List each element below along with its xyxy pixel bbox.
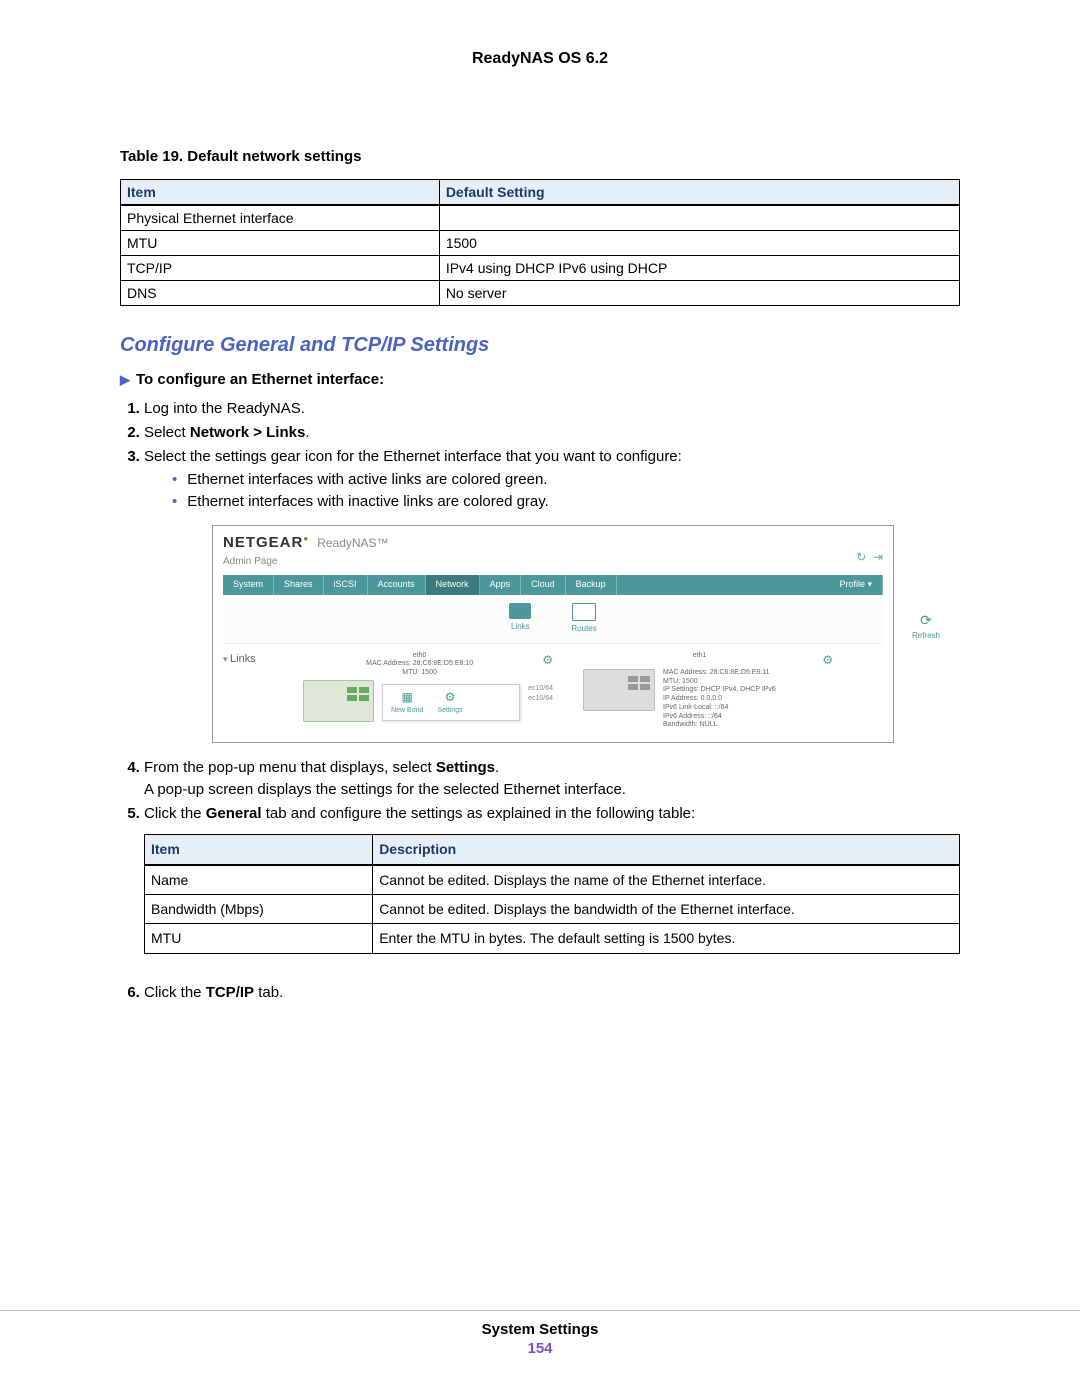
eth0-name: eth0 <box>303 652 536 661</box>
eth1-name: eth1 <box>583 652 816 661</box>
step-1: Log into the ReadyNAS. <box>144 398 960 420</box>
step-2-post: . <box>305 424 309 441</box>
popup-settings[interactable]: ⚙Settings <box>437 689 462 717</box>
t2r1c0: Bandwidth (Mbps) <box>145 895 373 924</box>
t1r2c1: IPv4 using DHCP IPv6 using DHCP <box>439 256 959 281</box>
ss-tab-apps[interactable]: Apps <box>480 575 522 595</box>
ss-subtabs: Links Routes <box>223 595 883 644</box>
ss-refresh[interactable]: ⟳Refresh <box>912 610 940 642</box>
eth1-nic-icon <box>583 669 655 711</box>
t2r2c0: MTU <box>145 924 373 953</box>
step-5-pre: Click the <box>144 805 206 822</box>
step-4-pre: From the pop-up menu that displays, sele… <box>144 759 436 776</box>
t1r1c1: 1500 <box>439 231 959 256</box>
step-4-post: . <box>495 759 499 776</box>
t1r3c0: DNS <box>121 281 440 306</box>
general-tab-table: Item Description NameCannot be edited. D… <box>144 834 960 953</box>
ss-tab-network[interactable]: Network <box>426 575 480 595</box>
ss-product: ReadyNAS™ <box>317 535 388 552</box>
t1r1c0: MTU <box>121 231 440 256</box>
page-footer: System Settings 154 <box>0 1310 1080 1357</box>
screenshot-illustration: NETGEAR● ReadyNAS™ Admin Page ↻ ⇥ System… <box>212 525 894 743</box>
ss-tab-iscsi[interactable]: iSCSI <box>324 575 368 595</box>
routes-icon <box>572 603 596 621</box>
ss-tab-system[interactable]: System <box>223 575 274 595</box>
step-4-line2: A pop-up screen displays the settings fo… <box>144 781 626 798</box>
procedure-intro-text: To configure an Ethernet interface: <box>136 371 384 388</box>
step-3: Select the settings gear icon for the Et… <box>144 446 960 744</box>
settings-icon: ⚙ <box>437 689 462 706</box>
popup-new-bond[interactable]: ▦New Bond <box>391 689 423 717</box>
step-3-text: Select the settings gear icon for the Et… <box>144 448 682 465</box>
ss-tab-backup[interactable]: Backup <box>566 575 617 595</box>
step-4: From the pop-up menu that displays, sele… <box>144 757 960 801</box>
ss-tabbar: System Shares iSCSI Accounts Network App… <box>223 575 883 595</box>
ss-side-links[interactable]: Links <box>223 652 293 731</box>
step-3-sub-a: Ethernet interfaces with active links ar… <box>172 469 960 491</box>
eth0-extra: ec10/64 ec10/64 <box>528 684 553 704</box>
t1r0c0: Physical Ethernet interface <box>121 205 440 231</box>
default-network-settings-table: Item Default Setting Physical Ethernet i… <box>120 179 960 306</box>
section-heading: Configure General and TCP/IP Settings <box>120 334 960 357</box>
step-2-pre: Select <box>144 424 190 441</box>
table2-h1: Description <box>373 835 960 865</box>
ss-card-eth1: eth1 ⚙ MAC Address: 28:C6:8E:D5:E8:11 MT… <box>583 652 833 731</box>
t1r3c1: No server <box>439 281 959 306</box>
eth1-gear-icon[interactable]: ⚙ <box>822 652 833 669</box>
t2r1c1: Cannot be edited. Displays the bandwidth… <box>373 895 960 924</box>
ss-tab-cloud[interactable]: Cloud <box>521 575 566 595</box>
step-6: Click the TCP/IP tab. <box>144 982 960 1004</box>
ss-admin-label: Admin Page <box>223 555 883 570</box>
step-2-bold: Network > Links <box>190 424 305 441</box>
eth0-mac: MAC Address: 28:C6:8E:D5:E8:10 <box>303 660 536 669</box>
ss-brand: NETGEAR● <box>223 532 309 554</box>
t2r0c1: Cannot be edited. Displays the name of t… <box>373 865 960 895</box>
t1r0c1 <box>439 205 959 231</box>
steps-list: Log into the ReadyNAS. Select Network > … <box>144 398 960 1003</box>
table1-h0: Item <box>121 180 440 206</box>
eth1-info: MAC Address: 28:C6:8E:D5:E8:11 MTU: 1500… <box>663 669 776 730</box>
step-3-sub-b: Ethernet interfaces with inactive links … <box>172 491 960 513</box>
refresh-icon: ⟳ <box>920 612 932 628</box>
ss-tab-accounts[interactable]: Accounts <box>368 575 426 595</box>
ss-tab-shares[interactable]: Shares <box>274 575 324 595</box>
doc-header: ReadyNAS OS 6.2 <box>120 50 960 68</box>
procedure-intro: ▶ To configure an Ethernet interface: <box>120 371 960 388</box>
t2r2c1: Enter the MTU in bytes. The default sett… <box>373 924 960 953</box>
table1-h1: Default Setting <box>439 180 959 206</box>
step-6-post: tab. <box>254 984 283 1001</box>
step-6-bold: TCP/IP <box>206 984 254 1001</box>
step-3-sublist: Ethernet interfaces with active links ar… <box>172 469 960 513</box>
eth0-nic-icon <box>303 680 374 722</box>
t1r2c0: TCP/IP <box>121 256 440 281</box>
ss-subtab-links[interactable]: Links <box>509 603 531 635</box>
ss-top-icons: ↻ ⇥ <box>856 549 883 566</box>
step-4-bold: Settings <box>436 759 495 776</box>
footer-page-number: 154 <box>0 1340 1080 1357</box>
newbond-icon: ▦ <box>391 689 423 706</box>
step-6-pre: Click the <box>144 984 206 1001</box>
eth0-mtu: MTU: 1500 <box>303 669 536 678</box>
t2r0c0: Name <box>145 865 373 895</box>
table1-caption: Table 19. Default network settings <box>120 148 960 165</box>
step-5-bold: General <box>206 805 262 822</box>
ss-popup-menu: ▦New Bond ⚙Settings <box>382 684 520 722</box>
ss-card-eth0: eth0 MAC Address: 28:C6:8E:D5:E8:10 MTU:… <box>303 652 553 731</box>
eth0-gear-icon[interactable]: ⚙ <box>542 652 553 669</box>
arrow-icon: ▶ <box>120 372 130 387</box>
step-2: Select Network > Links. <box>144 422 960 444</box>
step-5: Click the General tab and configure the … <box>144 803 960 954</box>
links-icon <box>509 603 531 619</box>
footer-label: System Settings <box>0 1321 1080 1338</box>
step-5-post: tab and configure the settings as explai… <box>262 805 696 822</box>
ss-subtab-routes[interactable]: Routes <box>571 603 596 635</box>
table2-h0: Item <box>145 835 373 865</box>
ss-tab-profile[interactable]: Profile ▾ <box>829 575 883 595</box>
